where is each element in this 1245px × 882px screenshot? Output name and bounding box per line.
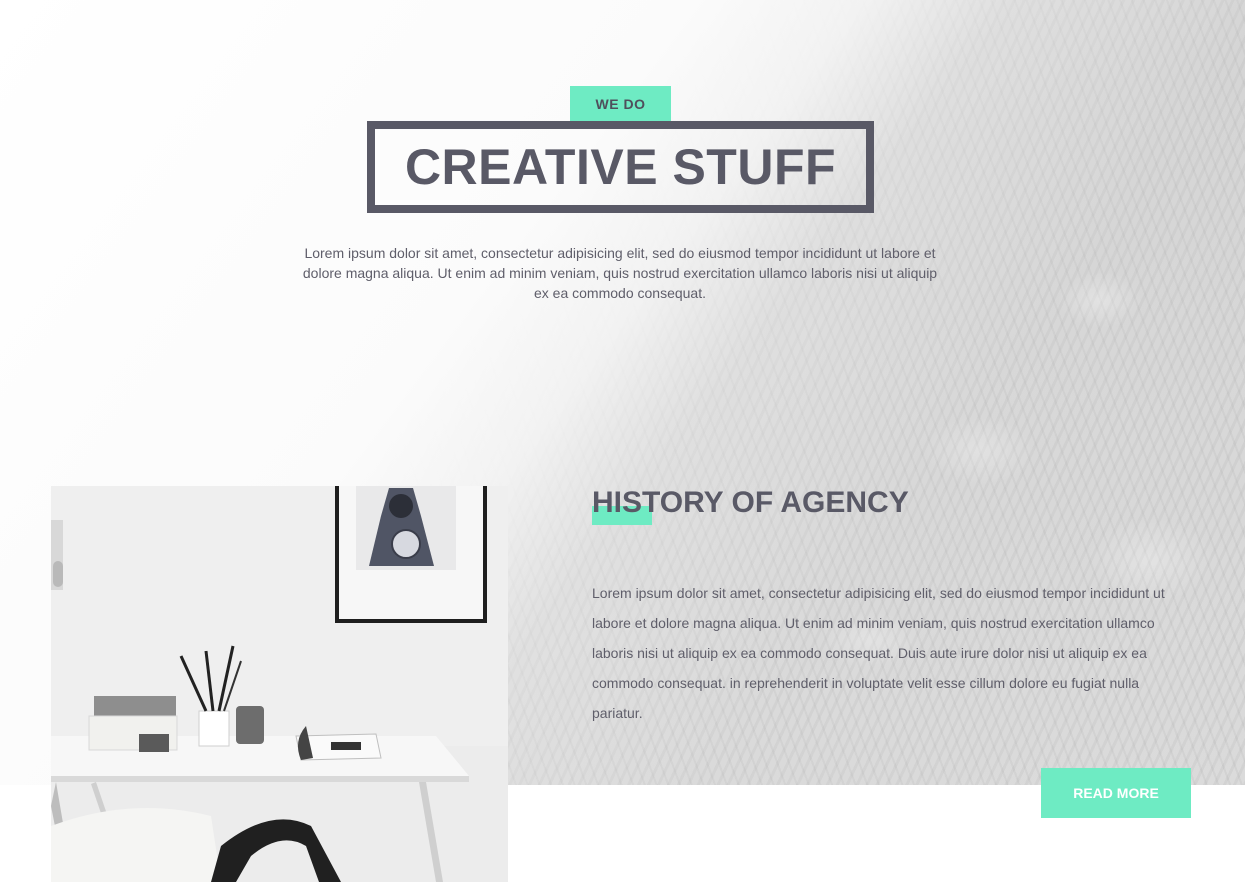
hero-title-box: CREATIVE STUFF xyxy=(367,121,874,213)
history-description: Lorem ipsum dolor sit amet, consectetur … xyxy=(592,585,1165,721)
history-heading: HISTORY OF AGENCY xyxy=(592,486,909,525)
workspace-image xyxy=(51,486,508,882)
hero-title: CREATIVE STUFF xyxy=(404,139,837,195)
hero-description: Lorem ipsum dolor sit amet, consectetur … xyxy=(302,245,938,301)
read-more-button[interactable]: READ MORE xyxy=(1041,768,1191,818)
history-title: HISTORY OF AGENCY xyxy=(592,486,909,519)
we-do-tag: WE DO xyxy=(570,86,671,121)
